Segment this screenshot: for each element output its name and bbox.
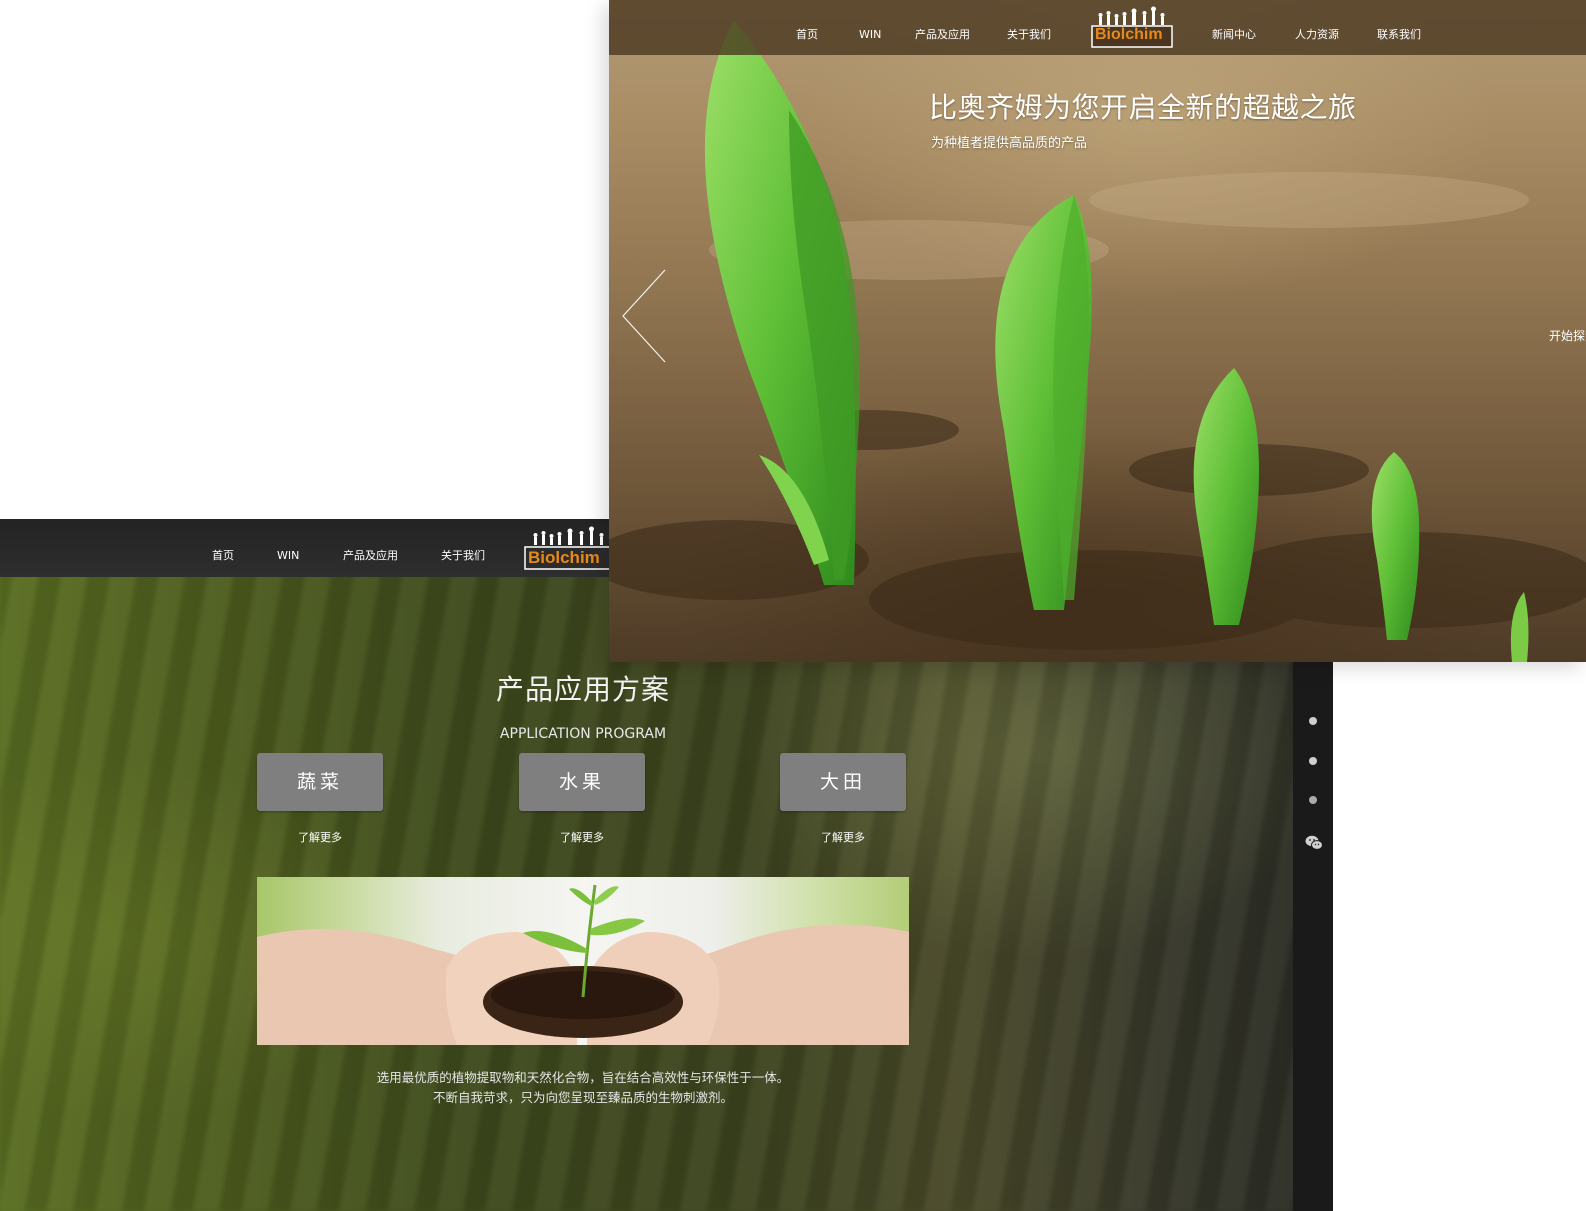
- nav-products[interactable]: 产品及应用: [915, 0, 970, 55]
- category-vegetables-button[interactable]: 蔬菜: [257, 753, 383, 811]
- nav-contact[interactable]: 联系我们: [1377, 0, 1421, 55]
- explore-button[interactable]: 开始探索: [1549, 327, 1586, 344]
- description-line-1: 选用最优质的植物提取物和天然化合物，旨在结合高效性与环保性于一体。: [376, 1070, 790, 1085]
- learn-more-vegetables-link[interactable]: 了解更多: [257, 829, 383, 845]
- hero-subtitle: 为种植者提供高品质的产品: [931, 136, 1088, 151]
- learn-more-field-crops-link[interactable]: 了解更多: [780, 829, 906, 845]
- hero-title: 比奥齐姆为您开启全新的超越之旅: [929, 91, 1357, 124]
- nav-news[interactable]: 新闻中心: [1212, 0, 1256, 55]
- nav-win[interactable]: WIN: [277, 519, 299, 577]
- nav-products[interactable]: 产品及应用: [343, 519, 398, 577]
- side-rail: [1293, 661, 1333, 1211]
- nav-hr[interactable]: 人力资源: [1295, 0, 1339, 55]
- hero-screenshot: 首页 WIN 产品及应用 关于我们 Biolchim 新闻中心 人力资源 联系我…: [609, 0, 1586, 662]
- section-subtitle: APPLICATION PROGRAM: [499, 726, 667, 742]
- section-description: 选用最优质的植物提取物和天然化合物，旨在结合高效性与环保性于一体。 不断自我苛求…: [0, 1068, 1166, 1108]
- learn-more-fruits-link[interactable]: 了解更多: [519, 829, 645, 845]
- dot-icon[interactable]: [1309, 796, 1317, 804]
- nav-home[interactable]: 首页: [796, 0, 818, 55]
- dot-icon[interactable]: [1309, 717, 1317, 725]
- category-fruits-button[interactable]: 水果: [519, 753, 645, 811]
- logo-wordmark: Biolchim: [1095, 26, 1163, 43]
- nav-win[interactable]: WIN: [859, 0, 881, 55]
- section-title: 产品应用方案: [495, 673, 670, 706]
- category-field-crops-button[interactable]: 大田: [780, 753, 906, 811]
- nav-about[interactable]: 关于我们: [441, 519, 485, 577]
- description-line-2: 不断自我苛求，只为向您呈现至臻品质的生物刺激剂。: [432, 1090, 733, 1105]
- nav-about[interactable]: 关于我们: [1007, 0, 1051, 55]
- hands-with-seedling-image: [257, 877, 909, 1045]
- wechat-icon[interactable]: [1305, 835, 1323, 851]
- chevron-left-icon[interactable]: [619, 268, 669, 364]
- dot-icon[interactable]: [1309, 757, 1317, 765]
- logo-wordmark: Biolchim: [528, 548, 600, 567]
- nav-home[interactable]: 首页: [212, 519, 234, 577]
- front-navbar: 首页 WIN 产品及应用 关于我们 Biolchim 新闻中心 人力资源 联系我…: [609, 0, 1586, 55]
